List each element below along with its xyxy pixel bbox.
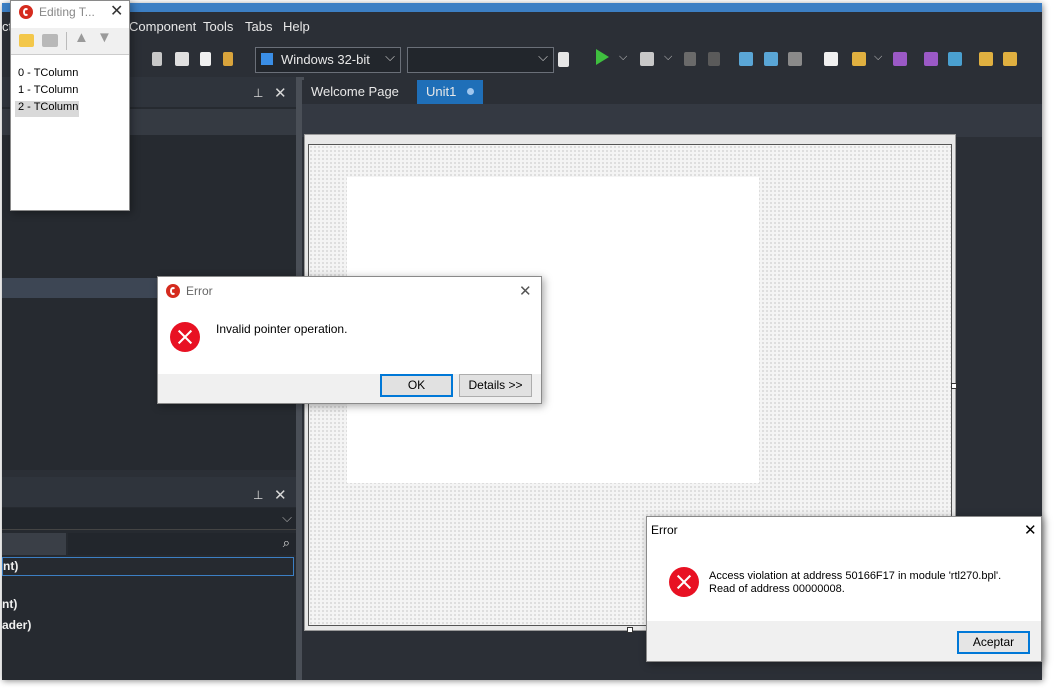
config-combo[interactable]: ⌵ [407,47,554,73]
toolbar: Windows 32-bit ⌵ ⌵ ⌵ ⌵ ⌵ [2,42,1042,77]
list-item-label: 1 - TColumn [18,84,79,96]
add-item-icon[interactable] [42,34,58,47]
collection-editor-window: Editing T... ✕ ▲ ▼ 0 - TColumn 1 - TColu… [10,0,130,211]
chevron-down-icon[interactable]: ⌵ [664,51,672,64]
new-items-icon[interactable] [824,52,838,66]
form-icon[interactable] [175,52,189,66]
chevron-down-icon: ⌵ [385,49,395,64]
editor-toolbar: ▲ ▼ [11,28,129,55]
property-row-selected[interactable]: nt) [2,557,294,576]
close-icon[interactable]: ✕ [274,84,287,102]
device-icon[interactable] [558,52,569,67]
filter-tab[interactable] [2,533,66,555]
error-icon [170,322,200,352]
object-inspector-panel: ⊥ ✕ ⌵ ⌕ nt) nt) ader) [2,477,296,680]
toolbar-divider [66,32,67,50]
list-item-selected[interactable]: 2 - TColumn [15,101,79,117]
move-up-icon[interactable]: ▲ [74,29,89,46]
error-icon [669,567,699,597]
error-line-2: Read of address 00000008. [709,583,845,595]
title-strip [2,3,1042,12]
windows-icon [261,53,273,65]
menu-tabs[interactable]: Tabs [245,19,272,34]
window-title: Editing T... [39,5,95,19]
app-logo-icon [166,284,180,298]
menu-component[interactable]: Component [129,19,196,34]
chevron-down-icon: ⌵ [538,49,548,64]
close-icon[interactable]: ✕ [519,282,532,300]
dialog-body: Invalid pointer operation. [158,306,541,374]
chevron-down-icon[interactable]: ⌵ [874,51,882,64]
open-project-icon[interactable] [948,52,962,66]
remove-from-project-icon[interactable] [1003,52,1017,66]
tab-unit1[interactable]: Unit1 [417,80,483,104]
menu-bar: ct Component Tools Tabs Help [2,12,1042,42]
pin-icon[interactable]: ⊥ [253,86,263,100]
dialog-title: Error [651,523,678,537]
list-item[interactable]: 0 - TColumn [11,67,129,83]
run-icon[interactable] [596,49,609,65]
error-message: Invalid pointer operation. [216,322,348,336]
tab-welcome-page[interactable]: Welcome Page [302,80,416,104]
property-label: ader) [2,618,32,632]
menu-tools[interactable]: Tools [203,19,233,34]
close-icon[interactable]: ✕ [274,486,287,504]
save-icon[interactable] [893,52,907,66]
dialog-titlebar: Error ✕ [158,277,541,306]
list-item-label: 0 - TColumn [18,67,79,79]
platform-combo[interactable]: Windows 32-bit ⌵ [255,47,401,73]
close-icon[interactable]: ✕ [1024,521,1037,539]
menu-help[interactable]: Help [283,19,310,34]
error-line-1: Access violation at address 50166F17 in … [709,570,1002,582]
object-combo[interactable]: ⌵ [2,508,296,530]
modified-dot-icon [467,88,474,95]
align-icon[interactable] [152,52,162,66]
add-to-project-icon[interactable] [979,52,993,66]
dialog-title: Error [186,284,213,298]
search-input[interactable]: ⌕ [68,533,296,555]
new-file-icon[interactable] [200,52,211,66]
move-down-icon[interactable]: ▼ [97,29,112,46]
add-new-icon[interactable] [19,34,34,47]
save-all-icon[interactable] [924,52,938,66]
step-over-icon[interactable] [739,52,753,66]
search-icon: ⌕ [282,535,290,550]
details-button[interactable]: Details >> [459,374,532,397]
run-without-debug-icon[interactable] [640,52,654,66]
editor-toolbar [302,104,1042,137]
property-label: nt) [2,597,18,611]
list-item-label: 2 - TColumn [18,101,79,113]
tab-label: Unit1 [426,84,457,99]
error-dialog: Error ✕ Invalid pointer operation. OK De… [157,276,542,404]
wand-icon[interactable] [223,52,233,66]
tab-label: Welcome Page [311,84,399,99]
close-icon[interactable]: ✕ [110,1,123,21]
run-to-cursor-icon[interactable] [788,52,802,66]
list-item[interactable]: 1 - TColumn [11,84,129,100]
open-icon[interactable] [852,52,866,66]
property-label: nt) [3,559,19,573]
resize-handle[interactable] [627,627,633,633]
platform-value: Windows 32-bit [281,52,370,67]
trace-into-icon[interactable] [764,52,778,66]
panel-header [2,477,296,507]
chevron-down-icon: ⌵ [282,510,292,525]
aceptar-button[interactable]: Aceptar [957,631,1030,654]
pin-icon[interactable]: ⊥ [253,488,263,502]
ok-button[interactable]: OK [380,374,453,397]
app-logo-icon [19,5,33,19]
resize-handle[interactable] [951,383,957,389]
stop-icon[interactable] [708,52,720,66]
access-violation-dialog: Error ✕ Access violation at address 5016… [646,516,1042,662]
chevron-down-icon[interactable]: ⌵ [619,51,627,64]
dialog-body: Error ✕ Access violation at address 5016… [647,517,1041,621]
pause-icon[interactable] [684,52,696,66]
